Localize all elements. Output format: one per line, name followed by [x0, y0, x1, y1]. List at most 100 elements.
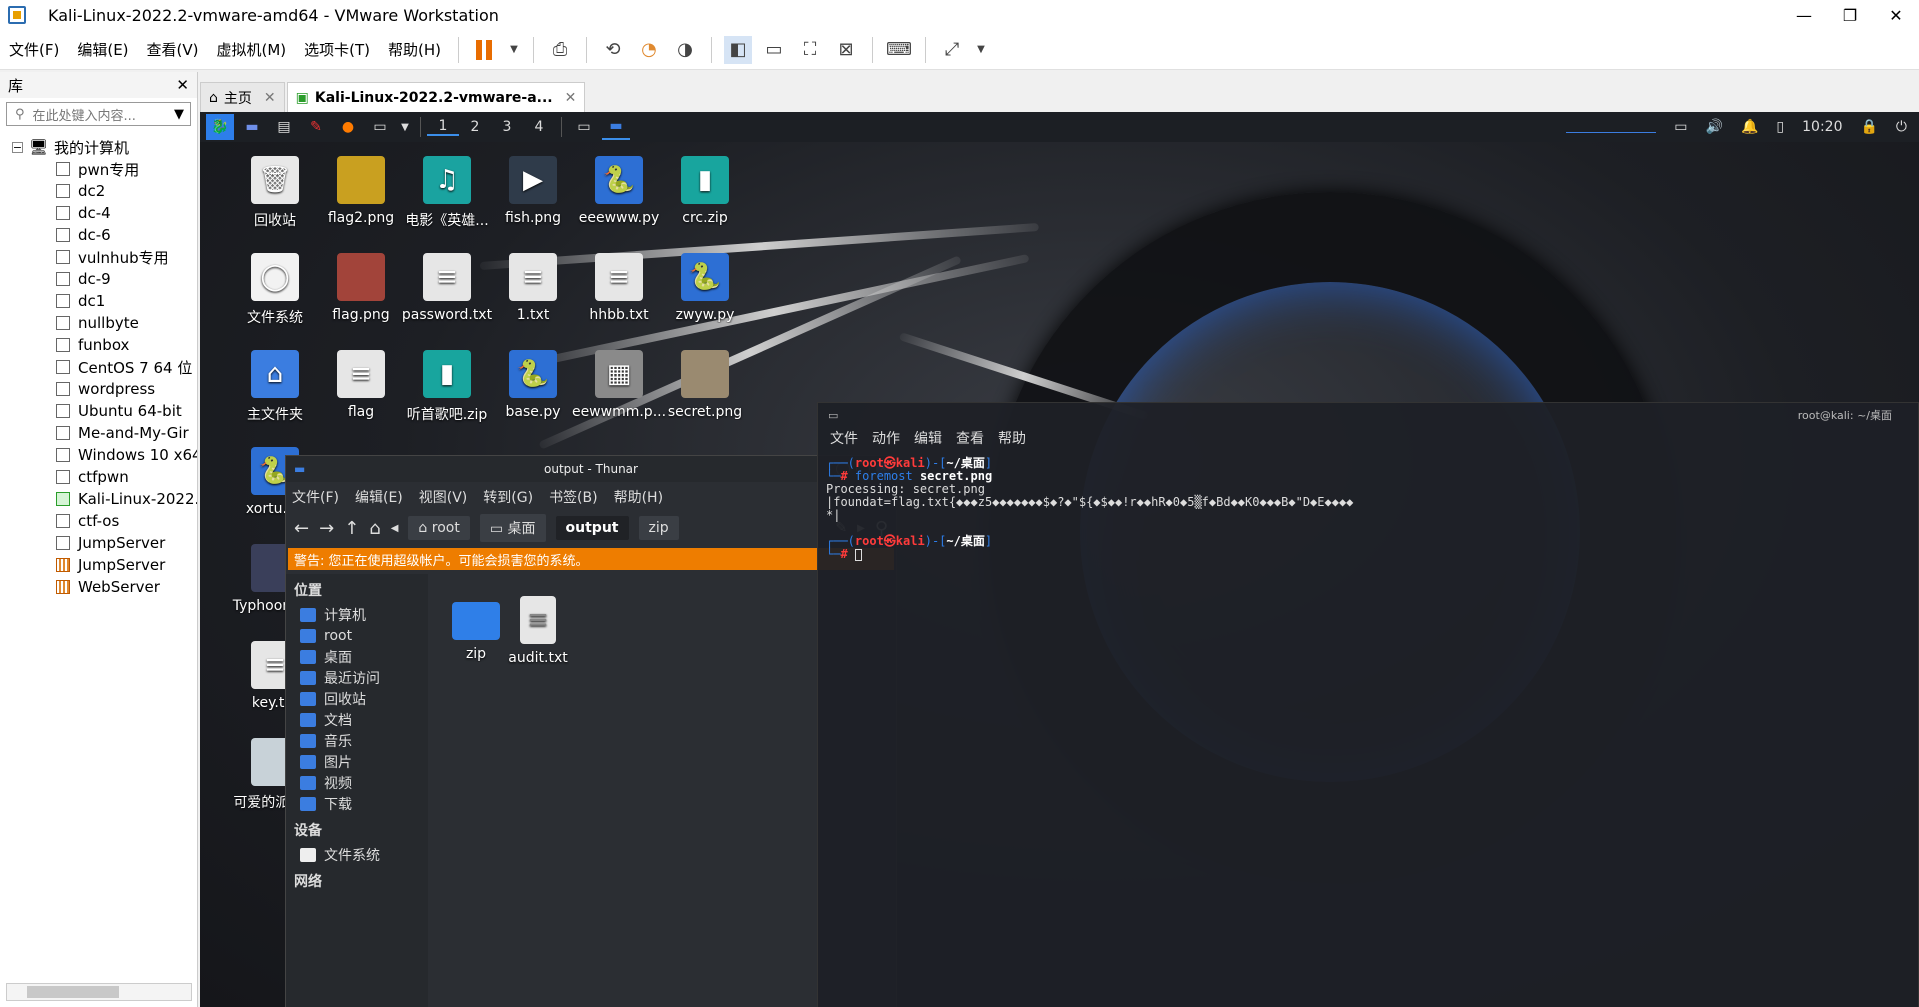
- vm-item[interactable]: Windows 10 x64: [0, 444, 197, 466]
- vm-item[interactable]: funbox: [0, 334, 197, 356]
- terminal-window[interactable]: ▭ root@kali: ~/桌面 文件 动作 编辑 查看 帮助 ┌──(roo…: [817, 402, 1919, 1007]
- terminal-menu-help[interactable]: 帮助: [998, 428, 1026, 448]
- place-item[interactable]: 图片: [294, 751, 428, 772]
- desktop-icon[interactable]: ⌂ 主文件夹: [227, 350, 323, 424]
- place-item[interactable]: 视频: [294, 772, 428, 793]
- vm-item[interactable]: pwn专用: [0, 158, 197, 180]
- battery-icon[interactable]: ▯: [1776, 119, 1784, 135]
- vm-item[interactable]: dc1: [0, 290, 197, 312]
- firefox-icon[interactable]: ●: [334, 114, 362, 140]
- terminal-output[interactable]: ┌──(root㉿kali)-[~/桌面] └─# foremost secre…: [818, 449, 1918, 569]
- vm-item[interactable]: Me-and-My-Gir: [0, 422, 197, 444]
- vm-item[interactable]: JumpServer: [0, 532, 197, 554]
- menu-help[interactable]: 帮助(H): [379, 39, 450, 60]
- place-item[interactable]: 计算机: [294, 604, 428, 625]
- workspace-3[interactable]: 3: [491, 119, 523, 135]
- vm-item[interactable]: wordpress: [0, 378, 197, 400]
- tab-close-button[interactable]: ✕: [264, 90, 276, 106]
- snapshot-manager-icon[interactable]: ◑: [671, 36, 699, 64]
- desktop-icon[interactable]: 🐍 base.py: [485, 350, 581, 420]
- thumbnail-bar-icon[interactable]: ▭: [760, 36, 788, 64]
- taskbar-terminal-icon[interactable]: ▭: [570, 114, 598, 140]
- place-item[interactable]: 文档: [294, 709, 428, 730]
- thunar-menu-bookmarks[interactable]: 书签(B): [549, 487, 598, 507]
- power-dropdown-icon[interactable]: ▼: [507, 36, 521, 64]
- vm-item[interactable]: CentOS 7 64 位: [0, 356, 197, 378]
- tree-root-my-computer[interactable]: − 🖥 我的计算机: [0, 136, 197, 158]
- place-item[interactable]: 音乐: [294, 730, 428, 751]
- show-library-icon[interactable]: ◧: [724, 35, 753, 64]
- file-audit-txt[interactable]: ≡ audit.txt: [490, 596, 586, 666]
- notification-icon[interactable]: 🔔: [1741, 119, 1758, 135]
- device-filesystem[interactable]: 文件系统: [294, 844, 428, 865]
- thunar-menu-file[interactable]: 文件(F): [292, 487, 339, 507]
- crumb-desktop[interactable]: ▭ 桌面: [479, 514, 546, 542]
- vm-item[interactable]: Ubuntu 64-bit: [0, 400, 197, 422]
- library-scrollbar[interactable]: [6, 983, 192, 1001]
- thunar-menu-edit[interactable]: 编辑(E): [355, 487, 403, 507]
- revert-snapshot-icon[interactable]: ◔: [635, 36, 663, 64]
- desktop-icon[interactable]: 🐍 eeewww.py: [571, 156, 667, 226]
- desktop-icon[interactable]: flag2.png: [313, 156, 409, 226]
- desktop[interactable]: 🗑 回收站 flag2.png ♫ 电影《英雄... ▶ fish.png 🐍 eeewww.p…: [200, 142, 1919, 1007]
- vm-item[interactable]: dc2: [0, 180, 197, 202]
- vm-item[interactable]: vulnhub专用: [0, 246, 197, 268]
- desktop-icon[interactable]: ▦ eewwmm.p...: [571, 350, 667, 420]
- terminal-menu-file[interactable]: 文件: [830, 428, 858, 448]
- forward-icon[interactable]: →: [319, 518, 334, 539]
- tab-kali-vm[interactable]: ▣ Kali-Linux-2022.2-vmware-a... ✕: [286, 82, 586, 112]
- pause-button[interactable]: [471, 36, 499, 64]
- tab-home[interactable]: ⌂ 主页 ✕: [200, 82, 285, 112]
- desktop-icon[interactable]: ≡ 1.txt: [485, 253, 581, 323]
- launcher-dropdown-icon[interactable]: ▼: [398, 114, 412, 140]
- desktop-icon[interactable]: 🗑 回收站: [227, 156, 323, 230]
- guest-screen[interactable]: 🐉 ▬ ▤ ✎ ● ▭ ▼ 1 2 3 4 ▭ ▬ ▭ 🔊 🔔 ▯ 10:20 …: [200, 112, 1919, 1007]
- fullscreen-icon[interactable]: ⛶: [796, 36, 824, 64]
- console-icon[interactable]: ⌨: [885, 36, 913, 64]
- desktop-icon[interactable]: ≡ flag: [313, 350, 409, 420]
- unity-icon[interactable]: ⊠: [832, 36, 860, 64]
- vm-item[interactable]: dc-6: [0, 224, 197, 246]
- power-icon[interactable]: ⏻: [1896, 119, 1907, 135]
- close-window-button[interactable]: ✕: [1873, 0, 1919, 30]
- workspace-2[interactable]: 2: [459, 119, 491, 135]
- desktop-icon[interactable]: 🐍 zwyw.py: [657, 253, 753, 323]
- back-icon[interactable]: ←: [294, 518, 309, 539]
- terminal-menu-view[interactable]: 查看: [956, 428, 984, 448]
- desktop-icon[interactable]: ◯ 文件系统: [227, 253, 323, 327]
- workspace-1[interactable]: 1: [427, 118, 459, 136]
- desktop-icon[interactable]: ▶ fish.png: [485, 156, 581, 226]
- desktop-icon[interactable]: ≡ password.txt: [399, 253, 495, 323]
- vm-item[interactable]: ctfpwn: [0, 466, 197, 488]
- menu-view[interactable]: 查看(V): [138, 39, 208, 60]
- file-manager-icon[interactable]: ▤: [270, 114, 298, 140]
- lock-icon[interactable]: 🔒: [1860, 119, 1877, 135]
- thunar-titlebar[interactable]: ▬ output - Thunar ✕: [286, 456, 896, 482]
- vm-item[interactable]: Kali-Linux-2022.: [0, 488, 197, 510]
- desktop-icon[interactable]: flag.png: [313, 253, 409, 323]
- menu-tabs[interactable]: 选项卡(T): [295, 39, 379, 60]
- thunar-menu-view[interactable]: 视图(V): [419, 487, 468, 507]
- menu-vm[interactable]: 虚拟机(M): [208, 39, 296, 60]
- vm-item[interactable]: WebServer: [0, 576, 197, 598]
- send-ctrl-alt-del-icon[interactable]: ⎙: [546, 36, 574, 64]
- place-item[interactable]: root: [294, 625, 428, 646]
- minimize-button[interactable]: —: [1781, 0, 1827, 30]
- collapse-icon[interactable]: −: [12, 141, 23, 154]
- desktop-icon[interactable]: secret.png: [657, 350, 753, 420]
- clock[interactable]: 10:20: [1802, 119, 1842, 135]
- desktop-icon[interactable]: ♫ 电影《英雄...: [399, 156, 495, 230]
- terminal-menu-actions[interactable]: 动作: [872, 428, 900, 448]
- restore-button[interactable]: ❐: [1827, 0, 1873, 30]
- search-dropdown-icon[interactable]: ▼: [174, 107, 184, 122]
- crumb-left-icon[interactable]: ◀: [391, 523, 399, 534]
- kali-menu-icon[interactable]: 🐉: [206, 114, 234, 140]
- library-search-input[interactable]: ⚲ 在此处键入内容... ▼: [6, 102, 191, 126]
- up-icon[interactable]: ↑: [344, 518, 359, 539]
- terminal-menu-edit[interactable]: 编辑: [914, 428, 942, 448]
- menu-edit[interactable]: 编辑(E): [68, 39, 137, 60]
- workspace-4[interactable]: 4: [523, 119, 555, 135]
- desktop-icon[interactable]: ▮ 听首歌吧.zip: [399, 350, 495, 424]
- library-close-button[interactable]: ✕: [176, 76, 189, 94]
- thunar-menu-go[interactable]: 转到(G): [483, 487, 533, 507]
